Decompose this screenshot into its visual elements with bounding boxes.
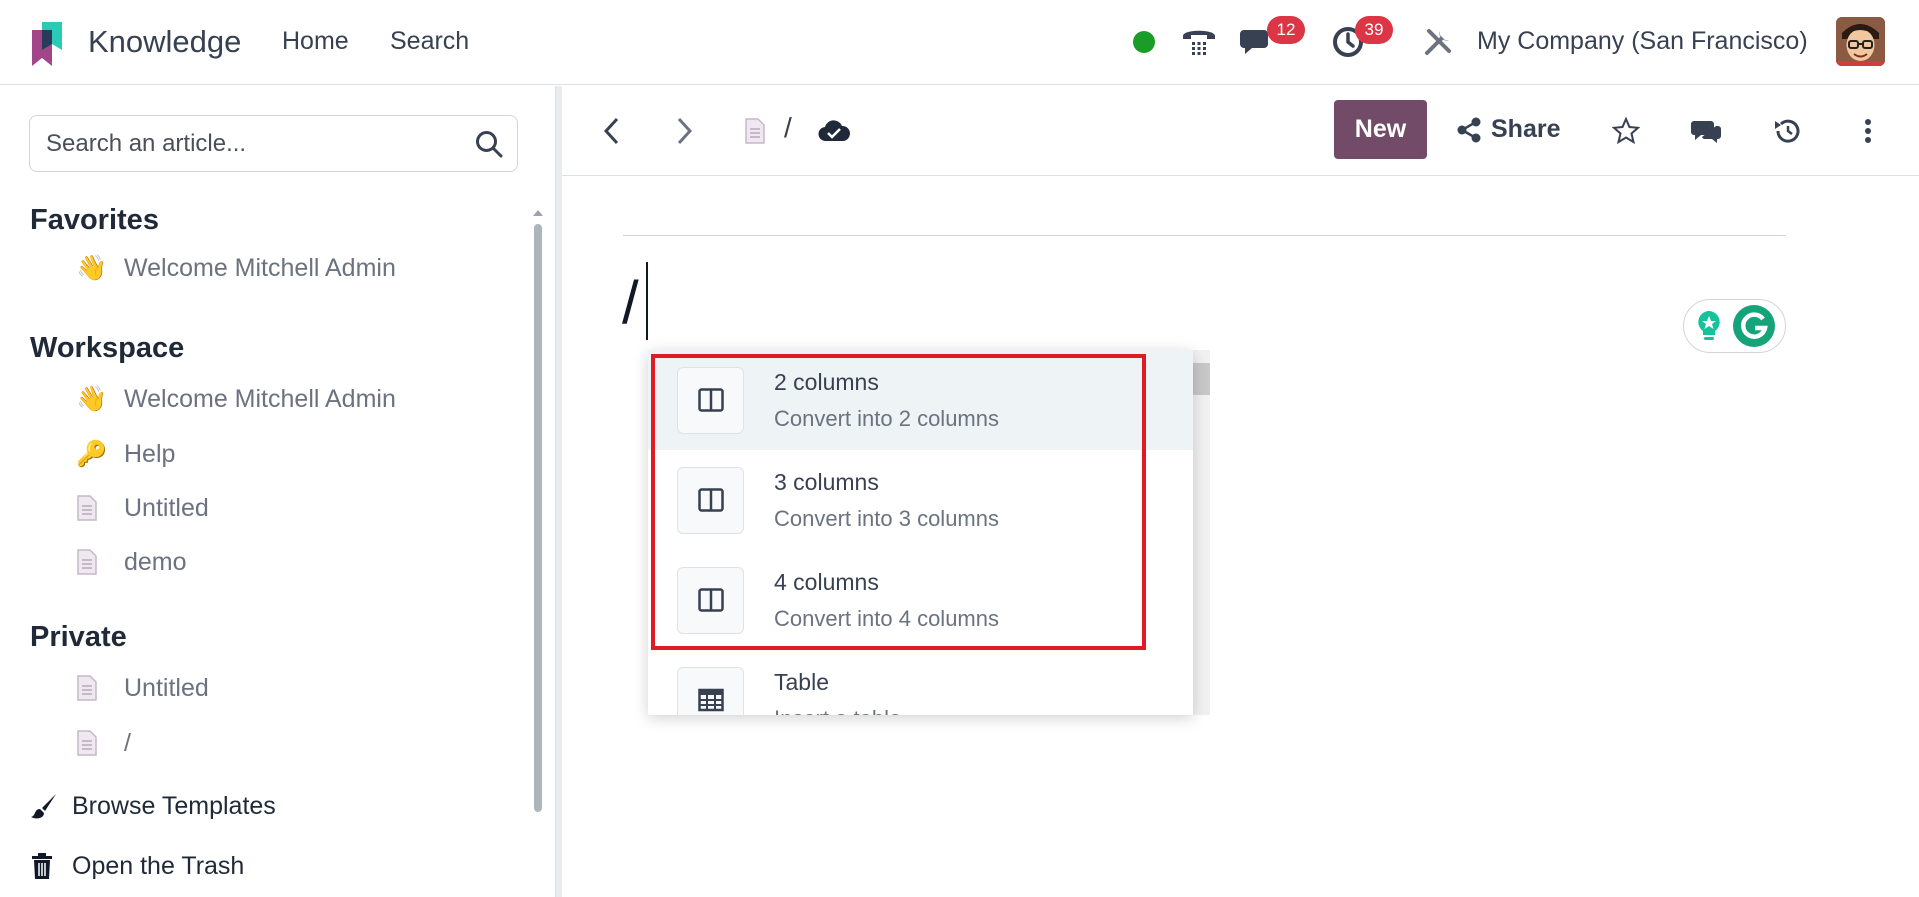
sidebar-item-label: demo	[124, 547, 187, 576]
document-icon	[76, 730, 124, 756]
knowledge-sidebar: Favorites 👋 Welcome Mitchell Admin Works…	[0, 86, 556, 897]
breadcrumb-current-article[interactable]: /	[784, 112, 792, 144]
sidebar-item-label: Welcome Mitchell Admin	[124, 253, 396, 282]
powerbox-item-description: Convert into 2 columns	[774, 405, 999, 431]
trash-icon	[30, 852, 72, 880]
history-icon[interactable]	[1767, 111, 1807, 151]
sidebar-item-help[interactable]: 🔑 Help	[76, 434, 175, 474]
table-icon	[677, 666, 744, 715]
user-avatar[interactable]	[1836, 17, 1885, 66]
search-icon[interactable]	[475, 130, 503, 158]
new-article-button[interactable]: New	[1334, 100, 1427, 159]
more-options-icon[interactable]	[1848, 111, 1888, 151]
document-icon	[76, 495, 124, 521]
online-status-icon	[1133, 31, 1155, 53]
sidebar-item-label: Untitled	[124, 673, 209, 702]
top-navbar: Knowledge Home Search 12 39 My Company (…	[0, 0, 1919, 85]
nav-home-link[interactable]: Home	[282, 27, 349, 56]
phone-icon[interactable]	[1179, 22, 1219, 62]
sidebar-scrollbar-thumb[interactable]	[534, 224, 542, 812]
powerbox-scrollbar-thumb[interactable]	[1192, 363, 1210, 395]
sidebar-item-slash-article[interactable]: /	[76, 723, 131, 763]
sidebar-item-untitled-private[interactable]: Untitled	[76, 668, 209, 708]
browse-templates-link[interactable]: Browse Templates	[30, 786, 276, 826]
powerbox-item-title: 4 columns	[774, 568, 879, 595]
back-chevron-icon[interactable]	[592, 111, 632, 151]
messages-badge: 12	[1267, 16, 1305, 44]
sidebar-item-favorite-welcome[interactable]: 👋 Welcome Mitchell Admin	[76, 248, 396, 288]
sidebar-scrollbar[interactable]	[530, 206, 546, 896]
app-name[interactable]: Knowledge	[88, 24, 241, 60]
forward-chevron-icon[interactable]	[664, 111, 704, 151]
powerbox-item-title: Table	[774, 668, 829, 695]
share-label: Share	[1491, 115, 1561, 143]
share-icon	[1457, 117, 1481, 142]
sidebar-item-demo[interactable]: demo	[76, 542, 187, 582]
sidebar-resize-handle[interactable]	[556, 86, 562, 897]
open-trash-label: Open the Trash	[72, 851, 245, 880]
powerbox-item-description: Insert a table	[774, 706, 901, 716]
powerbox-item-description: Convert into 3 columns	[774, 505, 999, 531]
favorite-star-icon[interactable]	[1606, 111, 1646, 151]
sidebar-item-untitled-workspace[interactable]: Untitled	[76, 488, 209, 528]
activities-badge: 39	[1355, 16, 1393, 44]
waving-hand-icon: 👋	[76, 384, 108, 413]
powerbox-item-table[interactable]: Table Insert a table	[648, 650, 1193, 715]
share-button[interactable]: Share	[1457, 100, 1560, 159]
browse-templates-label: Browse Templates	[72, 791, 276, 820]
sidebar-item-label: Welcome Mitchell Admin	[124, 384, 396, 413]
key-icon: 🔑	[76, 439, 108, 468]
sidebar-item-label: Help	[124, 439, 176, 468]
nav-search-link[interactable]: Search	[390, 27, 469, 56]
article-search-box	[29, 115, 518, 172]
powerbox-item-title: 3 columns	[774, 468, 879, 495]
document-icon	[76, 549, 124, 575]
powerbox-item-2-columns[interactable]: 2 columns Convert into 2 columns	[648, 350, 1193, 450]
powerbox-item-title: 2 columns	[774, 368, 879, 395]
sidebar-item-label: /	[124, 728, 131, 757]
powerbox-scrollbar[interactable]	[1192, 350, 1210, 715]
lightbulb-icon[interactable]	[1693, 309, 1725, 343]
columns-icon	[677, 366, 744, 434]
company-switcher[interactable]: My Company (San Francisco)	[1477, 27, 1808, 56]
document-icon	[76, 675, 124, 701]
grammarly-widget[interactable]	[1683, 299, 1786, 353]
sidebar-item-label: Untitled	[124, 493, 209, 522]
cloud-saved-icon	[814, 111, 854, 151]
article-toolbar: / New Share	[562, 86, 1919, 176]
favorites-section-title[interactable]: Favorites	[30, 204, 159, 237]
article-search-input[interactable]	[46, 116, 466, 171]
debug-tools-icon[interactable]	[1418, 22, 1458, 62]
text-caret	[646, 262, 648, 340]
powerbox-menu: 2 columns Convert into 2 columns 3 colum…	[648, 350, 1193, 715]
columns-icon	[677, 566, 744, 634]
knowledge-logo-icon[interactable]	[28, 16, 68, 66]
powerbox-item-description: Convert into 4 columns	[774, 605, 999, 631]
powerbox-item-3-columns[interactable]: 3 columns Convert into 3 columns	[648, 450, 1193, 550]
article-editor-content[interactable]: /	[622, 268, 639, 337]
workspace-section-title[interactable]: Workspace	[30, 332, 184, 365]
columns-icon	[677, 466, 744, 534]
editor-separator	[623, 235, 1786, 236]
powerbox-item-4-columns[interactable]: 4 columns Convert into 4 columns	[648, 550, 1193, 650]
waving-hand-icon: 👋	[76, 253, 108, 282]
private-section-title[interactable]: Private	[30, 621, 127, 654]
comments-icon[interactable]	[1686, 111, 1726, 151]
open-trash-link[interactable]: Open the Trash	[30, 846, 244, 886]
grammarly-icon[interactable]	[1732, 304, 1776, 348]
paintbrush-icon	[30, 792, 72, 820]
sidebar-item-workspace-welcome[interactable]: 👋 Welcome Mitchell Admin	[76, 379, 396, 419]
document-icon	[735, 111, 775, 151]
